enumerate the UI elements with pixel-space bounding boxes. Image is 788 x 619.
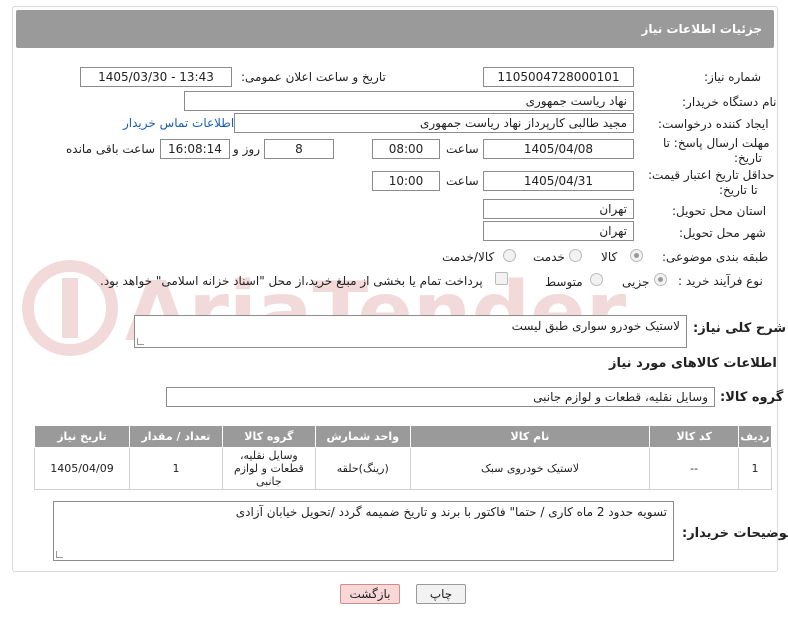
cell-qty: 1 <box>129 447 223 490</box>
buyer-org-label: نام دستگاه خریدار: <box>682 95 777 109</box>
buyer-org-field[interactable]: نهاد ریاست جمهوری <box>184 91 634 111</box>
need-number-field[interactable]: 1105004728000101 <box>483 67 634 87</box>
process-minor-radio[interactable] <box>654 273 667 286</box>
col-row: ردیف <box>737 425 773 448</box>
city-label: شهر محل تحویل: <box>679 226 766 240</box>
category-label: طبقه بندی موضوعی: <box>662 250 769 264</box>
announce-label: تاریخ و ساعت اعلان عمومی: <box>241 70 386 84</box>
description-label: شرح کلی نیاز: <box>693 321 787 336</box>
resize-handle[interactable] <box>56 551 63 558</box>
table-header-row: ردیف کد کالا نام کالا واحد شمارش گروه کا… <box>33 425 773 448</box>
category-service-label: خدمت <box>533 250 565 264</box>
buyer-notes-textarea[interactable]: تسویه حدود 2 ماه کاری / حتما" فاکتور با … <box>53 501 674 561</box>
announce-field[interactable]: 1405/03/30 - 13:43 <box>80 67 232 87</box>
process-label: نوع فرآیند خرید : <box>678 274 763 288</box>
price-validity-date-field[interactable]: 1405/04/31 <box>483 171 634 191</box>
cell-name: لاستیک خودروی سبک <box>409 447 651 490</box>
print-button[interactable]: چاپ <box>416 584 466 604</box>
description-textarea[interactable]: لاستیک خودرو سواری طبق لیست <box>134 315 687 348</box>
remaining-time-field[interactable]: 16:08:14 <box>160 139 230 159</box>
goods-group-label: گروه کالا: <box>720 390 784 405</box>
days-label: روز و <box>233 142 260 156</box>
process-medium-label: متوسط <box>545 275 583 289</box>
category-service-radio[interactable] <box>569 249 582 262</box>
panel-title: جزئیات اطلاعات نیاز <box>641 22 762 36</box>
col-group: گروه کالا <box>221 425 316 448</box>
category-both-label: کالا/خدمت <box>442 250 495 264</box>
creator-label: ایجاد کننده درخواست: <box>658 117 769 131</box>
col-qty: تعداد / مقدار <box>129 425 223 448</box>
price-validity-time-label: ساعت <box>446 174 479 188</box>
col-date: تاریخ نیاز <box>33 425 131 448</box>
table-row[interactable]: 1 -- لاستیک خودروی سبک (رینگ)حلقه وسایل … <box>33 447 773 490</box>
contact-info-link[interactable]: اطلاعات تماس خریدار <box>123 116 234 130</box>
province-label: استان محل تحویل: <box>672 204 767 218</box>
cell-group: وسایل نقلیه، قطعات و لوازم جانبی <box>221 447 316 490</box>
need-number-label: شماره نیاز: <box>704 70 761 84</box>
goods-info-title: اطلاعات کالاهای مورد نیاز <box>609 356 777 371</box>
category-goods-label: کالا <box>601 250 618 264</box>
deadline-time-label: ساعت <box>446 142 479 156</box>
treasury-payment-note: پرداخت تمام یا بخشی از مبلغ خرید،از محل … <box>100 274 483 288</box>
days-field[interactable]: 8 <box>264 139 334 159</box>
city-field[interactable]: تهران <box>483 221 634 241</box>
price-validity-label: حداقل تاریخ اعتبار قیمت: <box>648 168 775 182</box>
col-unit: واحد شمارش <box>314 425 411 448</box>
price-validity-label-date: تا تاریخ: <box>719 183 758 197</box>
goods-group-field[interactable]: وسایل نقلیه، قطعات و لوازم جانبی <box>166 387 715 407</box>
cell-row: 1 <box>737 447 773 490</box>
buyer-notes-label: توضیحات خریدار: <box>682 526 788 541</box>
category-both-radio[interactable] <box>503 249 516 262</box>
treasury-payment-checkbox[interactable] <box>495 272 508 285</box>
resize-handle[interactable] <box>137 338 144 345</box>
process-minor-label: جزیی <box>622 275 650 289</box>
cell-unit: (رینگ)حلقه <box>314 447 411 490</box>
creator-field[interactable]: مجید طالبی کارپرداز نهاد ریاست جمهوری <box>234 113 634 133</box>
category-goods-radio[interactable] <box>630 249 643 262</box>
deadline-date-field[interactable]: 1405/04/08 <box>483 139 634 159</box>
description-text: لاستیک خودرو سواری طبق لیست <box>511 319 680 333</box>
col-code: کد کالا <box>649 425 739 448</box>
cell-date: 1405/04/09 <box>33 447 131 490</box>
back-button[interactable]: بازگشت <box>340 584 400 604</box>
panel-header: جزئیات اطلاعات نیاز <box>16 10 774 48</box>
cell-code: -- <box>649 447 739 490</box>
deadline-label: مهلت ارسال پاسخ: تا <box>663 136 770 150</box>
deadline-label-date: تاریخ: <box>734 151 762 165</box>
price-validity-time-field[interactable]: 10:00 <box>372 171 440 191</box>
process-medium-radio[interactable] <box>590 273 603 286</box>
goods-table: ردیف کد کالا نام کالا واحد شمارش گروه کا… <box>33 425 773 490</box>
deadline-time-field[interactable]: 08:00 <box>372 139 440 159</box>
col-name: نام کالا <box>409 425 651 448</box>
remaining-label: ساعت باقی مانده <box>66 142 156 156</box>
province-field[interactable]: تهران <box>483 199 634 219</box>
buyer-notes-text: تسویه حدود 2 ماه کاری / حتما" فاکتور با … <box>235 505 667 519</box>
